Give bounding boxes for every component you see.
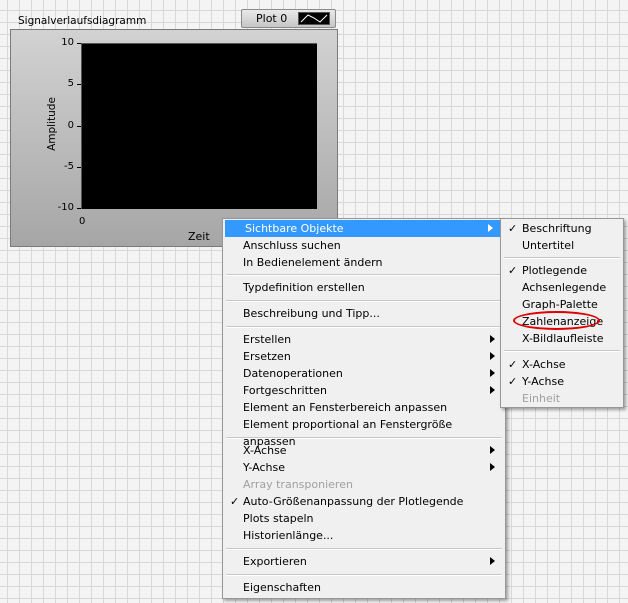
menu-separator xyxy=(226,274,502,276)
submenu-item-untertitel[interactable]: Untertitel xyxy=(501,237,623,254)
y-tick-label: 10 xyxy=(61,37,74,48)
y-tick-label: 5 xyxy=(67,78,74,89)
menu-item-array-transponieren: Array transponieren xyxy=(223,476,505,493)
x-axis-title: Zeit xyxy=(188,230,210,243)
menu-item-label: Element an Fensterbereich anpassen xyxy=(243,401,448,414)
menu-item-erstellen[interactable]: Erstellen xyxy=(223,331,505,348)
menu-item-label: Erstellen xyxy=(243,333,292,346)
menu-item-label: Eigenschaften xyxy=(243,581,321,594)
menu-item-label: Sichtbare Objekte xyxy=(245,222,344,235)
menu-separator xyxy=(226,437,502,439)
checkmark-icon: ✓ xyxy=(508,264,518,277)
chart-label: Signalverlaufsdiagramm xyxy=(18,15,147,27)
menu-item-label: X-Achse xyxy=(522,358,566,371)
menu-item-fortgeschritten[interactable]: Fortgeschritten xyxy=(223,382,505,399)
submenu-arrow-icon xyxy=(490,352,495,360)
menu-item-label: In Bedienelement ändern xyxy=(243,256,383,269)
y-tick-mark xyxy=(77,43,81,44)
menu-item-label: Untertitel xyxy=(522,239,575,252)
menu-item-y-achse[interactable]: Y-Achse xyxy=(223,459,505,476)
menu-item-label: Achsenlegende xyxy=(522,281,607,294)
menu-item-label: Anschluss suchen xyxy=(243,239,341,252)
submenu-arrow-icon xyxy=(490,446,495,454)
checkmark-icon: ✓ xyxy=(508,358,518,371)
annotation-ellipse xyxy=(513,311,600,330)
menu-item-exportieren[interactable]: Exportieren xyxy=(223,553,505,570)
menu-separator xyxy=(226,300,502,302)
menu-item-element-an-fensterbereich[interactable]: Element an Fensterbereich anpassen xyxy=(223,399,505,416)
submenu-item-beschriftung[interactable]: ✓ Beschriftung xyxy=(501,220,623,237)
menu-item-in-bedienelement-aendern[interactable]: In Bedienelement ändern xyxy=(223,254,505,271)
menu-item-ersetzen[interactable]: Ersetzen xyxy=(223,348,505,365)
menu-item-label: Typdefinition erstellen xyxy=(243,281,365,294)
menu-separator xyxy=(226,574,502,576)
submenu-item-einheit: Einheit xyxy=(501,390,623,407)
menu-item-label: Ersetzen xyxy=(243,350,291,363)
plot-legend-label: Plot 0 xyxy=(256,12,288,25)
menu-item-label: Einheit xyxy=(522,392,561,405)
menu-item-label: X-Achse xyxy=(243,444,287,457)
submenu-item-x-achse[interactable]: ✓ X-Achse xyxy=(501,356,623,373)
menu-item-label: Array transponieren xyxy=(243,478,353,491)
menu-item-label: Auto-Größenanpassung der Plotlegende xyxy=(243,495,464,508)
menu-item-label: Plotlegende xyxy=(522,264,588,277)
submenu-arrow-icon xyxy=(490,463,495,471)
submenu-item-achsenlegende[interactable]: Achsenlegende xyxy=(501,279,623,296)
checkmark-icon: ✓ xyxy=(508,375,518,388)
y-axis-title: Amplitude xyxy=(46,97,58,151)
menu-separator xyxy=(226,548,502,550)
menu-item-label: X-Bildlaufleiste xyxy=(522,332,604,345)
checkmark-icon: ✓ xyxy=(230,495,240,508)
submenu-arrow-icon xyxy=(490,369,495,377)
menu-item-datenoperationen[interactable]: Datenoperationen xyxy=(223,365,505,382)
menu-item-beschreibung-und-tipp[interactable]: Beschreibung und Tipp... xyxy=(223,305,505,322)
menu-item-label: Exportieren xyxy=(243,555,307,568)
submenu-arrow-icon xyxy=(488,224,493,232)
menu-item-label: Y-Achse xyxy=(243,461,285,474)
menu-item-element-proportional[interactable]: Element proportional an Fenstergröße anp… xyxy=(223,416,505,448)
submenu-item-plotlegende[interactable]: ✓ Plotlegende xyxy=(501,262,623,279)
y-tick-label: -10 xyxy=(57,202,74,213)
menu-item-typdefinition-erstellen[interactable]: Typdefinition erstellen xyxy=(223,279,505,296)
menu-item-auto-groessenanpassung[interactable]: ✓ Auto-Größenanpassung der Plotlegende xyxy=(223,493,505,510)
y-tick-mark xyxy=(77,84,81,85)
menu-item-label: Datenoperationen xyxy=(243,367,343,380)
y-tick-mark xyxy=(77,208,81,209)
submenu-item-x-bildlaufleiste[interactable]: X-Bildlaufleiste xyxy=(501,330,623,347)
menu-item-eigenschaften[interactable]: Eigenschaften xyxy=(223,579,505,596)
checkmark-icon: ✓ xyxy=(508,222,518,235)
menu-separator xyxy=(504,257,620,259)
menu-item-label: Historienlänge... xyxy=(243,529,334,542)
submenu-item-y-achse[interactable]: ✓ Y-Achse xyxy=(501,373,623,390)
menu-item-plots-stapeln[interactable]: Plots stapeln xyxy=(223,510,505,527)
menu-separator xyxy=(504,350,620,352)
menu-item-x-achse[interactable]: X-Achse xyxy=(223,442,505,459)
menu-item-sichtbare-objekte[interactable]: Sichtbare Objekte xyxy=(225,220,503,237)
context-menu: Sichtbare Objekte Anschluss suchen In Be… xyxy=(222,218,506,599)
menu-item-label: Y-Achse xyxy=(522,375,564,388)
submenu-arrow-icon xyxy=(490,557,495,565)
menu-item-label: Fortgeschritten xyxy=(243,384,327,397)
plot-line-swatch-icon[interactable] xyxy=(298,12,330,25)
menu-item-label: Beschreibung und Tipp... xyxy=(243,307,380,320)
submenu-arrow-icon xyxy=(490,335,495,343)
y-tick-label: -5 xyxy=(64,161,74,172)
menu-item-historienlaenge[interactable]: Historienlänge... xyxy=(223,527,505,544)
y-tick-mark xyxy=(77,167,81,168)
plot-legend[interactable]: Plot 0 xyxy=(241,9,336,28)
menu-item-anschluss-suchen[interactable]: Anschluss suchen xyxy=(223,237,505,254)
submenu-arrow-icon xyxy=(490,386,495,394)
y-tick-mark xyxy=(77,126,81,127)
plot-area[interactable] xyxy=(81,43,317,209)
menu-item-label: Plots stapeln xyxy=(243,512,314,525)
menu-separator xyxy=(226,326,502,328)
menu-item-label: Beschriftung xyxy=(522,222,592,235)
x-tick-label: 0 xyxy=(79,216,86,227)
